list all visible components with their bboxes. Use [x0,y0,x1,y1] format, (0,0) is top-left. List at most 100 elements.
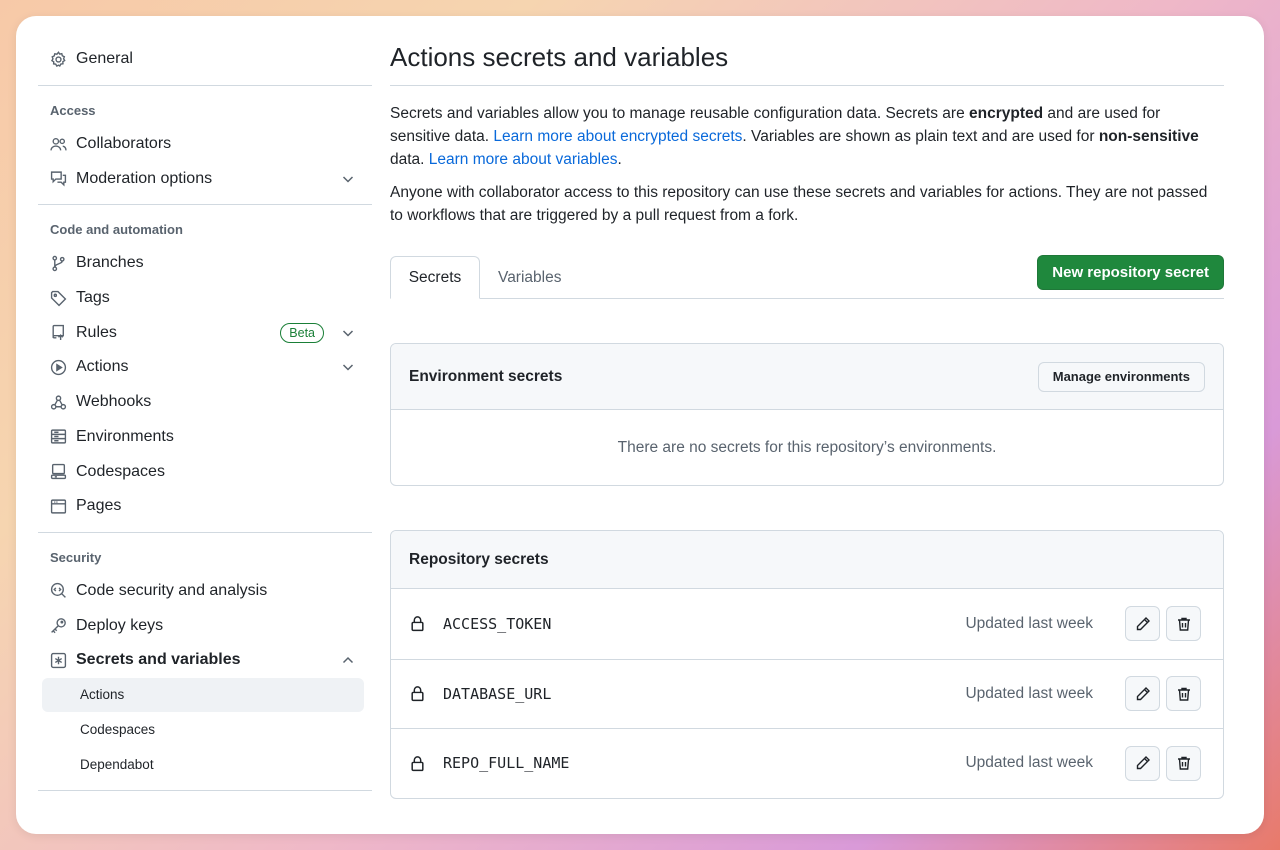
sidebar-item-label: General [76,50,133,68]
desc-text: Secrets and variables allow you to manag… [390,105,970,122]
webhook-icon [50,394,67,411]
delete-secret-button[interactable] [1166,606,1201,642]
desc-text: . Variables are shown as plain text and … [742,128,1099,145]
people-icon [50,136,67,153]
edit-secret-button[interactable] [1125,745,1160,781]
environment-secrets-header: Environment secrets Manage environments [391,344,1223,410]
codespaces-icon [50,463,67,480]
sidebar-subitem-actions[interactable]: Actions [42,677,364,713]
desc-bold: encrypted [969,105,1044,122]
sidebar-item-tags[interactable]: Tags [38,281,372,316]
secret-row: REPO_FULL_NAME Updated last week [391,728,1223,798]
main-content: Actions secrets and variables Secrets an… [390,42,1224,799]
settings-sidebar: General Access Collaborators Moderation … [38,42,372,791]
sidebar-item-webhooks[interactable]: Webhooks [38,385,372,420]
manage-environments-button[interactable]: Manage environments [1037,361,1205,392]
delete-secret-button[interactable] [1166,676,1201,712]
key-icon [50,617,67,634]
sidebar-item-branches[interactable]: Branches [38,246,372,281]
sidebar-item-general[interactable]: General [38,42,372,77]
repo-push-icon [50,324,67,341]
beta-badge: Beta [280,322,324,343]
secret-name: ACCESS_TOKEN [443,614,552,633]
delete-secret-button[interactable] [1166,745,1201,781]
secret-updated: Updated last week [965,684,1093,702]
tabs: Secrets Variables New repository secret [390,255,1224,299]
new-repository-secret-button[interactable]: New repository secret [1037,255,1224,290]
sidebar-item-actions[interactable]: Actions [38,350,372,385]
sidebar-item-label: Rules [76,323,117,341]
sidebar-item-label: Collaborators [76,135,172,153]
pencil-icon [1136,616,1150,630]
section-title-code-automation: Code and automation [50,222,183,238]
gear-icon [50,50,67,68]
secret-updated: Updated last week [965,614,1093,632]
sidebar-item-environments[interactable]: Environments [38,420,372,455]
sidebar-item-label: Moderation options [76,169,213,187]
environment-secrets-empty: There are no secrets for this repository… [617,438,997,456]
play-icon [50,359,67,376]
tab-variables[interactable]: Variables [498,256,561,299]
trash-icon [1177,757,1190,770]
desc-bold: non-sensitive [1098,128,1199,145]
sidebar-item-label: Webhooks [76,393,152,411]
sidebar-item-rules[interactable]: Rules Beta [38,315,372,350]
sidebar-item-label: Codespaces [76,462,165,480]
collaborator-note: Anyone with collaborator access to this … [390,184,1208,224]
tab-secrets[interactable]: Secrets [390,256,480,299]
lock-icon [409,755,426,772]
environment-secrets-box: Environment secrets Manage environments … [390,343,1224,486]
page-title: Actions secrets and variables [390,42,1224,86]
sidebar-item-secrets-and-variables[interactable]: Secrets and variables [38,643,372,678]
git-branch-icon [50,255,67,272]
desc-text: data. [390,151,429,168]
edit-secret-button[interactable] [1125,676,1160,712]
chevron-up-icon[interactable] [340,652,356,668]
tag-icon [50,290,67,307]
secret-updated: Updated last week [965,754,1093,772]
repository-secrets-title: Repository secrets [409,550,549,568]
chevron-down-icon[interactable] [340,325,356,341]
sidebar-item-pages[interactable]: Pages [38,489,372,524]
sidebar-item-label: Branches [76,254,144,272]
sidebar-item-label: Deploy keys [76,616,164,634]
sidebar-item-label: Code security and analysis [76,581,268,599]
sidebar-divider [38,789,372,791]
sidebar-item-moderation-options[interactable]: Moderation options [38,161,372,196]
pencil-icon [1136,686,1150,700]
learn-more-secrets-link[interactable]: Learn more about encrypted secrets [493,128,742,145]
trash-icon [1177,687,1190,701]
secret-row: DATABASE_URL Updated last week [391,658,1223,729]
browser-icon [50,498,67,515]
secret-name: DATABASE_URL [443,684,552,703]
learn-more-variables-link[interactable]: Learn more about variables [429,151,618,168]
environment-secrets-title: Environment secrets [409,367,563,385]
sidebar-item-label: Tags [76,289,110,307]
sidebar-item-label: Secrets and variables [76,651,241,669]
description-paragraph: Secrets and variables allow you to manag… [390,102,1224,171]
lock-icon [409,685,426,702]
trash-icon [1177,617,1190,631]
sidebar-subitem-codespaces[interactable]: Codespaces [42,712,364,747]
sidebar-item-deploy-keys[interactable]: Deploy keys [38,608,372,643]
section-title-security: Security [50,549,102,565]
repository-secrets-box: Repository secrets ACCESS_TOKEN Updated … [390,530,1224,799]
sidebar-subitem-dependabot[interactable]: Dependabot [42,747,364,782]
settings-card: General Access Collaborators Moderation … [16,16,1264,834]
pencil-icon [1136,756,1150,770]
asterisk-icon [50,652,67,669]
desc-text: . [617,151,622,168]
chevron-down-icon[interactable] [340,359,356,375]
sidebar-item-label: Actions [76,358,129,376]
sidebar-item-codespaces[interactable]: Codespaces [38,454,372,489]
codescan-icon [50,582,67,599]
repository-secrets-header: Repository secrets [391,531,1223,589]
secret-row: ACCESS_TOKEN Updated last week [391,589,1223,659]
chevron-down-icon[interactable] [340,171,356,187]
edit-secret-button[interactable] [1125,606,1160,642]
sidebar-item-code-security[interactable]: Code security and analysis [38,574,372,609]
comment-discussion-icon [50,170,67,187]
section-title-access: Access [50,102,96,118]
secrets-list: ACCESS_TOKEN Updated last week DATABASE_… [391,589,1223,798]
sidebar-item-collaborators[interactable]: Collaborators [38,127,372,162]
